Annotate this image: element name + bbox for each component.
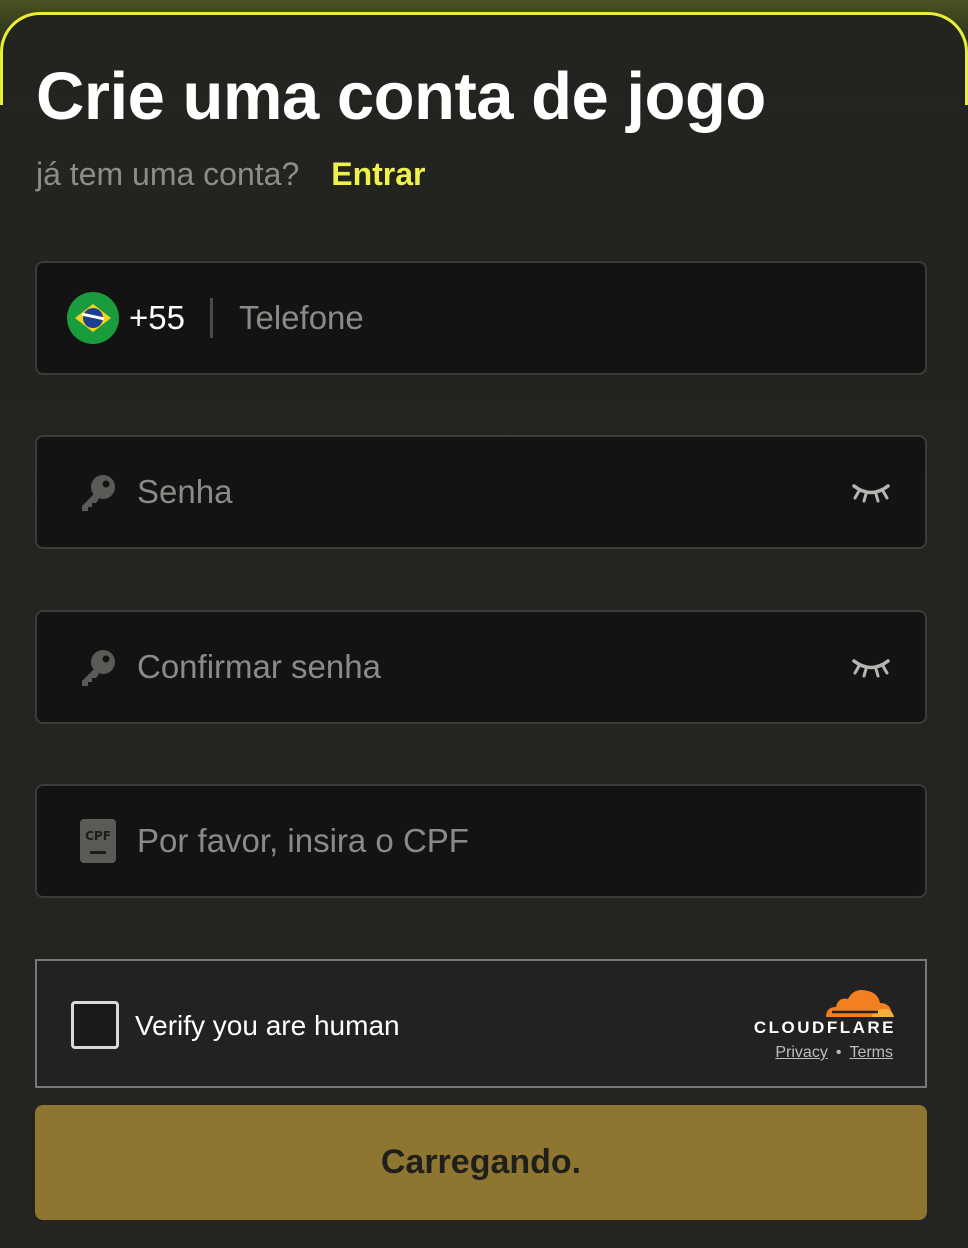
verify-checkbox[interactable] <box>71 1001 119 1049</box>
eye-closed-icon[interactable] <box>851 656 891 680</box>
captcha-links: Privacy • Terms <box>775 1044 893 1062</box>
cpf-card-icon: CPF <box>77 819 119 863</box>
login-link[interactable]: Entrar <box>331 156 425 193</box>
login-prompt: já tem uma conta? Entrar <box>36 156 426 193</box>
page-title: Crie uma conta de jogo <box>36 59 766 134</box>
eye-closed-icon[interactable] <box>851 481 891 505</box>
confirm-password-input[interactable]: Confirmar senha <box>137 648 381 686</box>
cloudflare-logo: CLOUDFLARE <box>753 1018 896 1037</box>
cpf-field[interactable]: CPF Por favor, insira o CPF <box>35 784 927 898</box>
submit-button[interactable]: Carregando. <box>35 1105 927 1220</box>
key-icon <box>77 471 119 513</box>
privacy-link[interactable]: Privacy <box>775 1044 827 1062</box>
confirm-password-field[interactable]: Confirmar senha <box>35 610 927 724</box>
verify-label: Verify you are human <box>135 1010 400 1041</box>
password-field[interactable]: Senha <box>35 435 927 549</box>
dial-code[interactable]: +55 <box>129 299 185 337</box>
key-icon <box>77 646 119 688</box>
link-separator: • <box>835 1044 842 1061</box>
terms-link[interactable]: Terms <box>849 1044 893 1062</box>
phone-field[interactable]: +55 Telefone <box>35 261 927 375</box>
divider <box>209 298 213 338</box>
brazil-flag-icon[interactable] <box>67 292 119 344</box>
cpf-input[interactable]: Por favor, insira o CPF <box>137 822 469 860</box>
cloudflare-captcha: Verify you are human CLOUDFLARE Privacy … <box>35 959 927 1088</box>
password-input[interactable]: Senha <box>137 473 232 511</box>
cloudflare-cloud-icon <box>822 985 896 1019</box>
phone-input[interactable]: Telefone <box>239 299 364 337</box>
login-prompt-text: já tem uma conta? <box>36 156 300 192</box>
